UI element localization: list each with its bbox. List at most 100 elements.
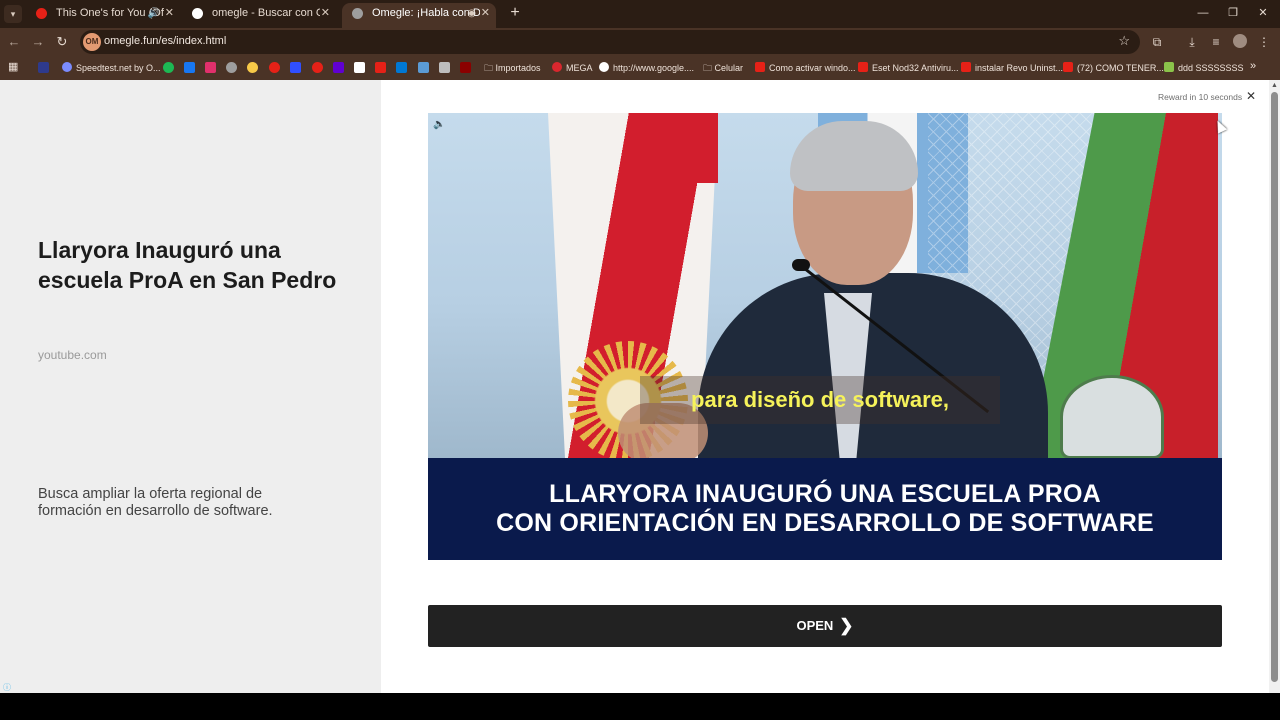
bookmark-star-icon[interactable]: ☆ [1118, 33, 1130, 49]
bookmark-icon[interactable] [38, 62, 49, 73]
ad-video[interactable]: para diseño de software, LLARYORA INAUGU… [428, 113, 1222, 560]
bookmark-label: http://www.google.... [613, 63, 695, 73]
bookmark-icon[interactable] [396, 62, 407, 73]
google-icon [599, 62, 609, 72]
bookmark-revo[interactable]: instalar Revo Uninst... [961, 61, 1063, 75]
bookmark-speedtest[interactable]: Speedtest.net by O... [62, 61, 161, 75]
bookmark-icon[interactable] [269, 62, 280, 73]
browser-toolbar: ← → ↻ OM omegle.fun/es/index.html ☆ ⧉ ⤓ … [0, 28, 1280, 56]
bookmark-icon[interactable] [460, 62, 471, 73]
video-banner: LLARYORA INAUGURÓ UNA ESCUELA PROA CON O… [428, 458, 1222, 560]
bookmark-icon[interactable] [439, 62, 450, 73]
back-arrow-icon[interactable]: ← [4, 32, 24, 52]
tab-omegle[interactable]: Omegle: ¡Habla con Descon ◉ ✕ [342, 3, 496, 28]
youtube-icon [961, 62, 971, 72]
profile-avatar[interactable] [1233, 34, 1247, 48]
recording-icon: ◉ [467, 8, 476, 19]
bookmark-icon[interactable] [354, 62, 365, 73]
bookmark-label: instalar Revo Uninst... [975, 63, 1064, 73]
bookmark-image-icon [1164, 62, 1174, 72]
media-controls-icon[interactable]: ≡ [1208, 34, 1224, 50]
bookmark-como-tener[interactable]: (72) COMO TENER... [1063, 61, 1164, 75]
reward-countdown: Reward in 10 seconds [1158, 92, 1243, 102]
instagram-icon[interactable] [205, 62, 216, 73]
close-tab-icon[interactable]: ✕ [481, 3, 490, 24]
forward-arrow-icon[interactable]: → [28, 32, 48, 52]
speaker-icon[interactable]: 🔊 [148, 3, 160, 24]
bookmark-ddd[interactable]: ddd SSSSSSSS [1164, 61, 1244, 75]
close-tab-icon[interactable]: ✕ [321, 3, 330, 24]
ad-choices-icon[interactable]: ⓘ [3, 682, 11, 693]
bookmark-mega[interactable]: MEGA [552, 61, 593, 75]
extensions-icon[interactable]: ⧉ [1149, 34, 1165, 50]
folder-icon: 🗀 [484, 63, 496, 73]
bookmark-label: Speedtest.net by O... [76, 63, 161, 73]
tab-google-search[interactable]: omegle - Buscar con Google ✕ [182, 3, 336, 28]
bookmark-label: Eset Nod32 Antiviru... [872, 63, 959, 73]
chevron-right-icon: ❯ [839, 616, 854, 635]
bookmark-icon[interactable] [375, 62, 386, 73]
omegle-favicon-icon [352, 8, 363, 19]
address-bar[interactable]: OM omegle.fun/es/index.html ☆ [80, 30, 1140, 54]
bookmark-icon[interactable] [290, 62, 301, 73]
youtube-icon [858, 62, 868, 72]
screen: ▾ This One's for You (Official 🔊 ✕ omegl… [0, 0, 1280, 720]
bookmarks-bar: ▦ Speedtest.net by O... 🗀 Importados MEG… [0, 56, 1280, 80]
banner-line-1: LLARYORA INAUGURÓ UNA ESCUELA PROA [549, 480, 1101, 508]
yahoo-icon[interactable] [333, 62, 344, 73]
menu-kebab-icon[interactable]: ⋮ [1256, 34, 1272, 50]
bookmark-label: Celular [714, 63, 744, 73]
tab-strip: ▾ This One's for You (Official 🔊 ✕ omegl… [0, 0, 1280, 28]
apps-grid-icon[interactable]: ▦ [8, 60, 18, 74]
bookmark-eset[interactable]: Eset Nod32 Antiviru... [858, 61, 959, 75]
ad-info-panel: Llaryora Inauguró una escuela ProA en Sa… [0, 80, 381, 693]
bookmark-icon[interactable] [247, 62, 258, 73]
facebook-icon[interactable] [184, 62, 195, 73]
bookmark-icon[interactable] [418, 62, 429, 73]
tab-youtube[interactable]: This One's for You (Official 🔊 ✕ [26, 3, 180, 28]
tab-title: Omegle: ¡Habla con Descon [372, 7, 480, 19]
flag-decoration [658, 113, 718, 183]
speedtest-icon [62, 62, 72, 72]
web-page: Llaryora Inauguró una escuela ProA en Sa… [0, 80, 1269, 693]
ad-source[interactable]: youtube.com [38, 348, 107, 362]
url-text[interactable]: omegle.fun/es/index.html [104, 35, 226, 47]
tab-search-chevron-icon[interactable]: ▾ [4, 5, 22, 23]
minimize-button[interactable]: — [1193, 4, 1213, 22]
banner-line-2: CON ORIENTACIÓN EN DESARROLLO DE SOFTWAR… [496, 509, 1154, 537]
bookmark-label: Como activar windo... [769, 63, 856, 73]
google-favicon-icon [192, 8, 203, 19]
open-button[interactable]: OPEN ❯ [428, 605, 1222, 647]
spotify-icon[interactable] [163, 62, 174, 73]
bookmark-folder-celular[interactable]: 🗀 Celular [703, 61, 743, 75]
scroll-up-arrow-icon[interactable]: ▲ [1271, 82, 1278, 89]
mega-icon [552, 62, 562, 72]
bookmark-google[interactable]: http://www.google.... [599, 61, 694, 75]
youtube-icon [1063, 62, 1073, 72]
volume-icon[interactable]: 🔈 [433, 119, 445, 130]
site-info-icon[interactable]: OM [83, 33, 101, 51]
microphone-icon [792, 259, 810, 271]
close-tab-icon[interactable]: ✕ [165, 3, 174, 24]
close-window-button[interactable]: ✕ [1253, 4, 1273, 22]
close-ad-icon[interactable]: ✕ [1246, 89, 1256, 103]
new-tab-button[interactable]: + [505, 3, 525, 23]
bookmark-activar-windows[interactable]: Como activar windo... [755, 61, 856, 75]
restore-button[interactable]: ❐ [1223, 4, 1243, 22]
more-bookmarks-icon[interactable]: » [1250, 59, 1256, 73]
page-scrollbar[interactable]: ▲ [1269, 80, 1280, 693]
coat-of-arms [1060, 375, 1164, 459]
ad-headline[interactable]: Llaryora Inauguró una escuela ProA en Sa… [38, 235, 348, 295]
downloads-icon[interactable]: ⤓ [1184, 34, 1200, 50]
bookmark-folder-importados[interactable]: 🗀 Importados [484, 61, 541, 75]
bookmark-label: (72) COMO TENER... [1077, 63, 1164, 73]
globe-icon[interactable] [226, 62, 237, 73]
bookmark-label: ddd SSSSSSSS [1178, 63, 1244, 73]
reload-icon[interactable]: ↻ [52, 32, 72, 52]
bookmark-icon[interactable] [312, 62, 323, 73]
youtube-icon [755, 62, 765, 72]
tab-title: omegle - Buscar con Google [212, 7, 320, 19]
scrollbar-thumb[interactable] [1271, 92, 1278, 682]
speaker-suit [698, 273, 1048, 473]
bookmark-label: Importados [495, 63, 541, 73]
